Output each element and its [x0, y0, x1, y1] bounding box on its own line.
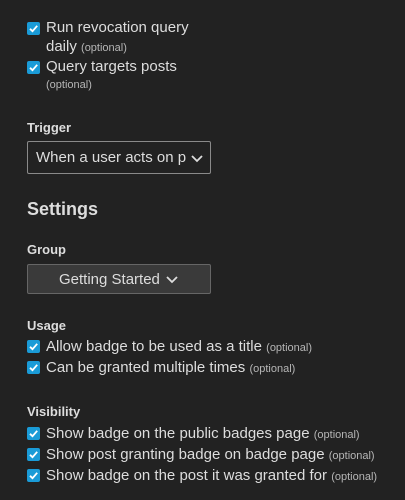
- optional-tag: (optional): [46, 79, 92, 91]
- checkmark-icon: [29, 25, 38, 33]
- visibility-label: Visibility: [27, 404, 81, 419]
- group-select[interactable]: Getting Started: [27, 264, 211, 294]
- checkmark-icon: [29, 343, 38, 351]
- trigger-select[interactable]: When a user acts on p: [27, 141, 211, 174]
- checkmark-icon: [29, 472, 38, 480]
- allow-title-label: Allow badge to be used as a title: [46, 338, 262, 355]
- run-revocation-label-line1: Run revocation query: [46, 19, 189, 36]
- optional-tag: (optional): [328, 450, 375, 462]
- granted-multiple-checkbox[interactable]: [27, 361, 40, 374]
- optional-tag: (optional): [313, 429, 360, 441]
- show-on-post-label-wrap: Show badge on the post it was granted fo…: [46, 466, 377, 487]
- usage-label: Usage: [27, 318, 67, 333]
- show-on-post-label: Show badge on the post it was granted fo…: [46, 467, 328, 484]
- optional-tag: (optional): [81, 42, 127, 54]
- run-revocation-label-line2-wrap: daily (optional): [46, 37, 127, 58]
- show-post-granting-label: Show post granting badge on badge page: [46, 446, 325, 463]
- chevron-down-icon: [166, 276, 178, 284]
- show-public-badges-label: Show badge on the public badges page: [46, 425, 310, 442]
- show-on-post-checkbox[interactable]: [27, 469, 40, 482]
- run-revocation-label-line2: daily: [46, 38, 77, 55]
- settings-heading: Settings: [27, 199, 99, 219]
- allow-title-checkbox[interactable]: [27, 340, 40, 353]
- chevron-down-icon: [191, 155, 203, 163]
- checkmark-icon: [29, 64, 38, 72]
- granted-multiple-label: Can be granted multiple times: [46, 359, 246, 376]
- trigger-select-value: When a user acts on p: [36, 149, 187, 166]
- optional-tag: (optional): [331, 471, 378, 483]
- show-post-granting-checkbox[interactable]: [27, 448, 40, 461]
- optional-tag: (optional): [249, 363, 296, 375]
- group-label: Group: [27, 242, 66, 257]
- query-targets-posts-label: Query targets posts: [46, 58, 177, 75]
- run-revocation-label: Run revocation query: [46, 18, 189, 37]
- group-select-value: Getting Started: [59, 271, 160, 288]
- checkmark-icon: [29, 364, 38, 372]
- granted-multiple-label-wrap: Can be granted multiple times (optional): [46, 358, 295, 379]
- show-public-badges-checkbox[interactable]: [27, 427, 40, 440]
- query-targets-posts-checkbox[interactable]: [27, 61, 40, 74]
- checkmark-icon: [29, 451, 38, 459]
- show-public-badges-label-wrap: Show badge on the public badges page (op…: [46, 424, 360, 445]
- checkmark-icon: [29, 430, 38, 438]
- show-post-granting-label-wrap: Show post granting badge on badge page (…: [46, 445, 375, 466]
- allow-title-label-wrap: Allow badge to be used as a title (optio…: [46, 337, 312, 358]
- run-revocation-daily-checkbox[interactable]: [27, 22, 40, 35]
- optional-tag: (optional): [266, 342, 313, 354]
- trigger-label: Trigger: [27, 120, 72, 135]
